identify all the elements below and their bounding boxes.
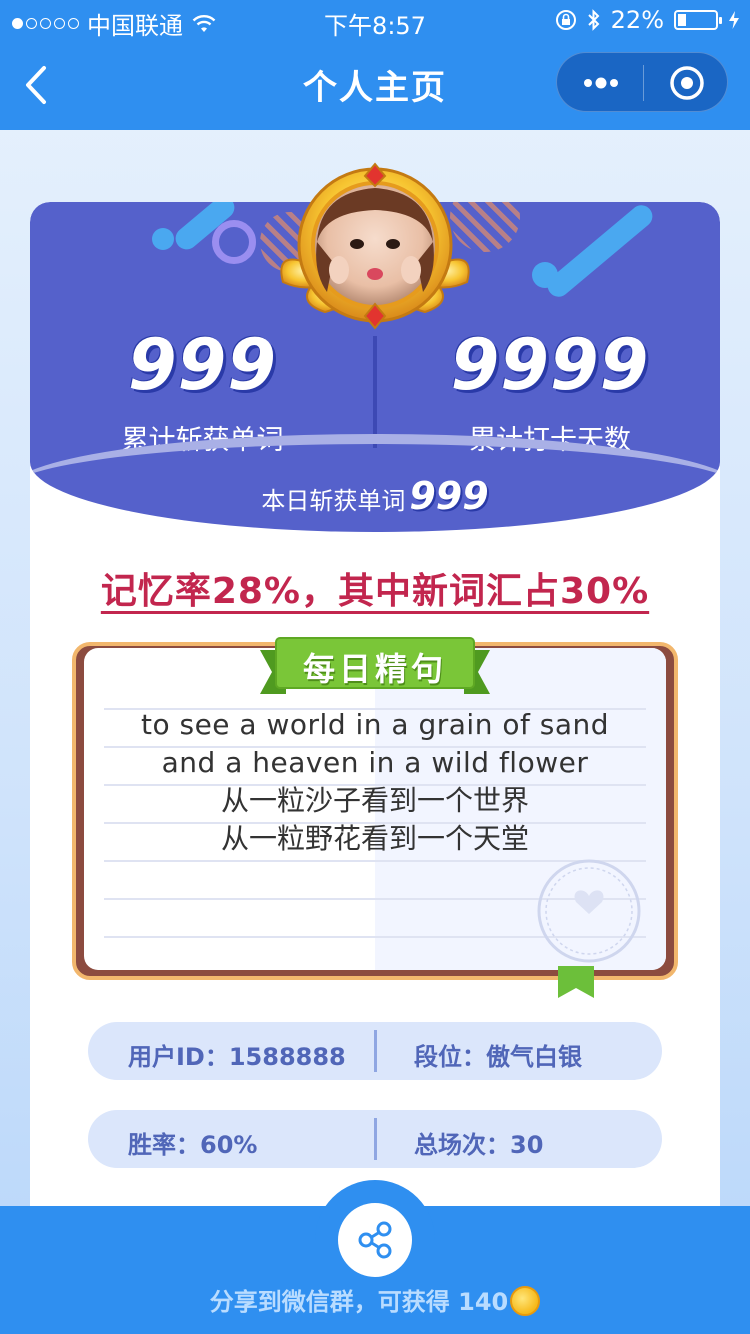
mini-program-capsule [556, 52, 728, 112]
user-id: 用户ID：1588888 [128, 1043, 346, 1071]
capsule-divider [643, 65, 644, 101]
bookmark-icon [558, 966, 594, 998]
quote-text: to see a world in a grain of sand and a … [84, 706, 666, 858]
quote-line-en-1: to see a world in a grain of sand [140, 708, 609, 741]
status-bar: 中国联通 下午8:57 22% [0, 0, 750, 40]
share-button[interactable] [338, 1203, 412, 1277]
close-button[interactable] [669, 65, 705, 101]
i-love-you-stamp [534, 856, 644, 966]
user-info-pill: 用户ID：1588888 段位：傲气白银 [88, 1022, 662, 1080]
today-words: 本日斩获单词 999 [30, 474, 720, 518]
share-icon [358, 1221, 392, 1259]
battery-icon [674, 10, 722, 30]
charging-icon [729, 11, 739, 29]
quote-line-zh-2: 从一粒野花看到一个天堂 [220, 822, 529, 855]
bluetooth-icon [587, 9, 600, 31]
match-info-pill: 胜率：60% 总场次：30 [88, 1110, 662, 1168]
rotation-lock-icon [555, 10, 576, 30]
total-matches: 总场次：30 [414, 1131, 544, 1159]
share-reward-text[interactable]: 分享到微信群，可获得 140 [0, 1282, 750, 1318]
ribbon-label: 每日精句 [302, 650, 447, 688]
stats-divider [373, 336, 377, 448]
memory-rate: 记忆率28%，其中新词汇占30% [100, 571, 650, 612]
more-dots-icon [584, 77, 618, 89]
words-total-value: 999 [127, 324, 278, 406]
decor-dot [532, 262, 558, 288]
quote-line-zh-1: 从一粒沙子看到一个世界 [220, 784, 529, 817]
decor-ring [212, 220, 256, 264]
avatar[interactable] [275, 162, 475, 332]
daily-quote-ribbon: 每日精句 [260, 636, 490, 698]
user-rank: 段位：傲气白银 [414, 1043, 582, 1071]
more-button[interactable] [579, 69, 623, 97]
today-value: 999 [409, 474, 489, 518]
quote-line-en-2: and a heaven in a wild flower [161, 746, 589, 779]
target-close-icon [670, 66, 704, 100]
nav-bar: 个人主页 [0, 40, 750, 130]
battery-percent: 22% [610, 6, 664, 34]
avatar-frame [280, 162, 470, 330]
share-reward-label: 分享到微信群，可获得 140 [209, 1288, 509, 1316]
win-rate: 胜率：60% [128, 1131, 258, 1159]
today-label: 本日斩获单词 [261, 487, 406, 515]
coin-icon [510, 1286, 541, 1316]
decor-dot [152, 228, 174, 250]
checkin-days-value: 9999 [450, 324, 650, 406]
daily-quote-board: to see a world in a grain of sand and a … [72, 636, 678, 998]
decor-bar [543, 202, 657, 302]
